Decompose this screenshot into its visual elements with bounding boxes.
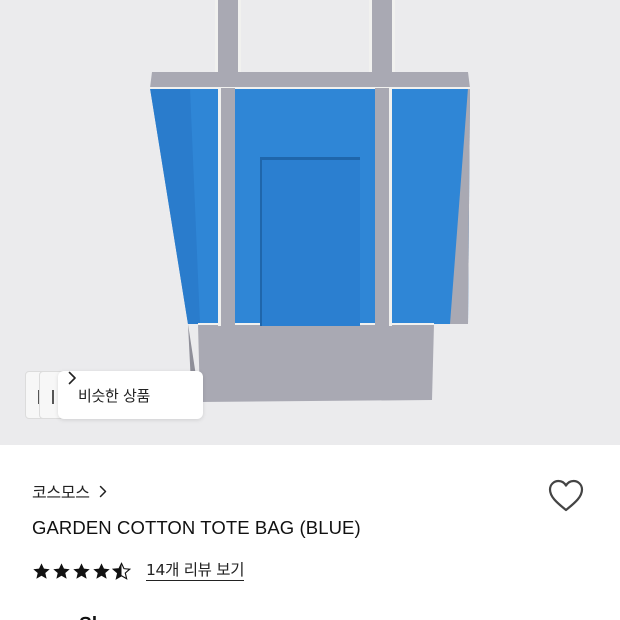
star-rating — [32, 561, 132, 581]
star-icon — [73, 563, 90, 579]
similar-products-button[interactable]: 비슷한 상품 — [58, 371, 203, 419]
rating-row: 14개 리뷰 보기 — [32, 561, 244, 582]
brand-link[interactable]: 코스모스 — [32, 479, 107, 503]
star-icon — [93, 563, 110, 579]
reviews-link[interactable]: 14개 리뷰 보기 — [146, 561, 244, 582]
chevron-right-icon — [99, 485, 106, 497]
star-half-icon — [112, 561, 131, 580]
brand-name: 코스모스 — [32, 483, 90, 502]
star-icon — [33, 563, 50, 579]
product-image[interactable]: 비슷한 상품 — [0, 0, 620, 445]
heart-icon[interactable] — [547, 478, 585, 514]
similar-products-label: 비슷한 상품 — [78, 386, 150, 405]
star-icon — [53, 563, 70, 579]
price: 원 — [32, 608, 162, 620]
product-title: GARDEN COTTON TOTE BAG (BLUE) — [32, 517, 361, 538]
chevron-right-icon — [68, 371, 76, 385]
